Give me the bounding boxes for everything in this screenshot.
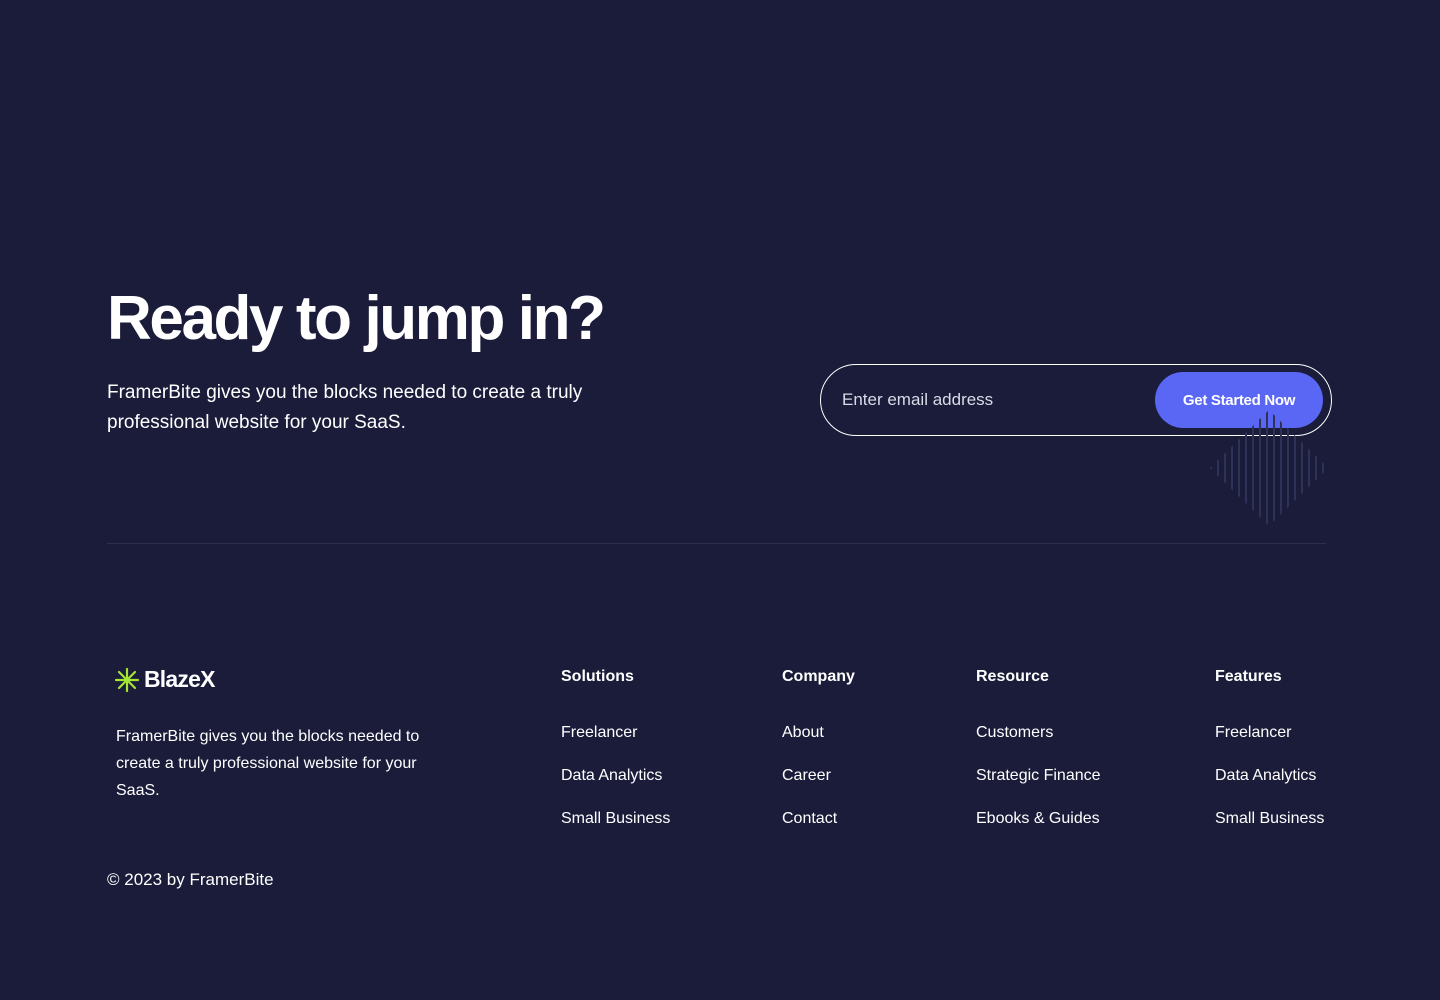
footer-link-strategic-finance[interactable]: Strategic Finance	[976, 767, 1101, 784]
footer-link-list: Customers Strategic Finance Ebooks & Gui…	[976, 722, 1101, 851]
footer-link-item: Career	[782, 765, 855, 808]
cta-subtitle: FramerBite gives you the blocks needed t…	[107, 382, 583, 433]
footer-link-customers[interactable]: Customers	[976, 724, 1053, 741]
decorative-pattern	[1210, 410, 1328, 526]
footer-link-small-business[interactable]: Small Business	[1215, 810, 1324, 827]
footer-link-data-analytics[interactable]: Data Analytics	[561, 767, 662, 784]
footer-link-list: Freelancer Data Analytics Small Business	[561, 722, 670, 851]
email-input[interactable]	[842, 380, 1155, 420]
footer-link-item: Contact	[782, 808, 855, 851]
section-divider	[107, 543, 1326, 544]
footer-link-item: Small Business	[561, 808, 670, 851]
footer-link-freelancer[interactable]: Freelancer	[561, 724, 637, 741]
footer-link-item: Small Business	[1215, 808, 1324, 851]
footer-link-career[interactable]: Career	[782, 767, 831, 784]
footer-heading: Features	[1215, 668, 1282, 685]
footer-link-freelancer[interactable]: Freelancer	[1215, 724, 1291, 741]
footer-column-features: Features Freelancer Data Analytics Small…	[1215, 666, 1324, 851]
footer-heading: Resource	[976, 668, 1049, 685]
footer-column-company: Company About Career Contact	[782, 666, 855, 851]
footer-link-list: About Career Contact	[782, 722, 855, 851]
footer-link-item: Freelancer	[561, 722, 670, 765]
brand-logo[interactable]: BlazeX	[114, 666, 215, 693]
footer-heading: Solutions	[561, 668, 634, 685]
footer-column-solutions: Solutions Freelancer Data Analytics Smal…	[561, 666, 670, 851]
footer-link-item: Ebooks & Guides	[976, 808, 1101, 851]
footer-link-item: About	[782, 722, 855, 765]
footer-link-data-analytics[interactable]: Data Analytics	[1215, 767, 1316, 784]
footer-heading: Company	[782, 668, 855, 685]
footer-link-item: Data Analytics	[561, 765, 670, 808]
footer-link-small-business[interactable]: Small Business	[561, 810, 670, 827]
copyright: © 2023 by FramerBite	[107, 870, 274, 889]
footer-link-item: Strategic Finance	[976, 765, 1101, 808]
footer-link-contact[interactable]: Contact	[782, 810, 837, 827]
footer-link-item: Customers	[976, 722, 1101, 765]
footer-link-about[interactable]: About	[782, 724, 824, 741]
footer-link-item: Freelancer	[1215, 722, 1324, 765]
footer-column-resource: Resource Customers Strategic Finance Ebo…	[976, 666, 1101, 851]
footer-link-list: Freelancer Data Analytics Small Business	[1215, 722, 1324, 851]
cta-title: Ready to jump in?	[107, 284, 606, 353]
page: Ready to jump in? FramerBite gives you t…	[0, 0, 1440, 1000]
brand-description: FramerBite gives you the blocks needed t…	[116, 728, 420, 799]
footer-link-item: Data Analytics	[1215, 765, 1324, 808]
brand-name: BlazeX	[144, 666, 215, 692]
footer-link-ebooks-guides[interactable]: Ebooks & Guides	[976, 810, 1100, 827]
asterisk-icon	[114, 667, 140, 692]
